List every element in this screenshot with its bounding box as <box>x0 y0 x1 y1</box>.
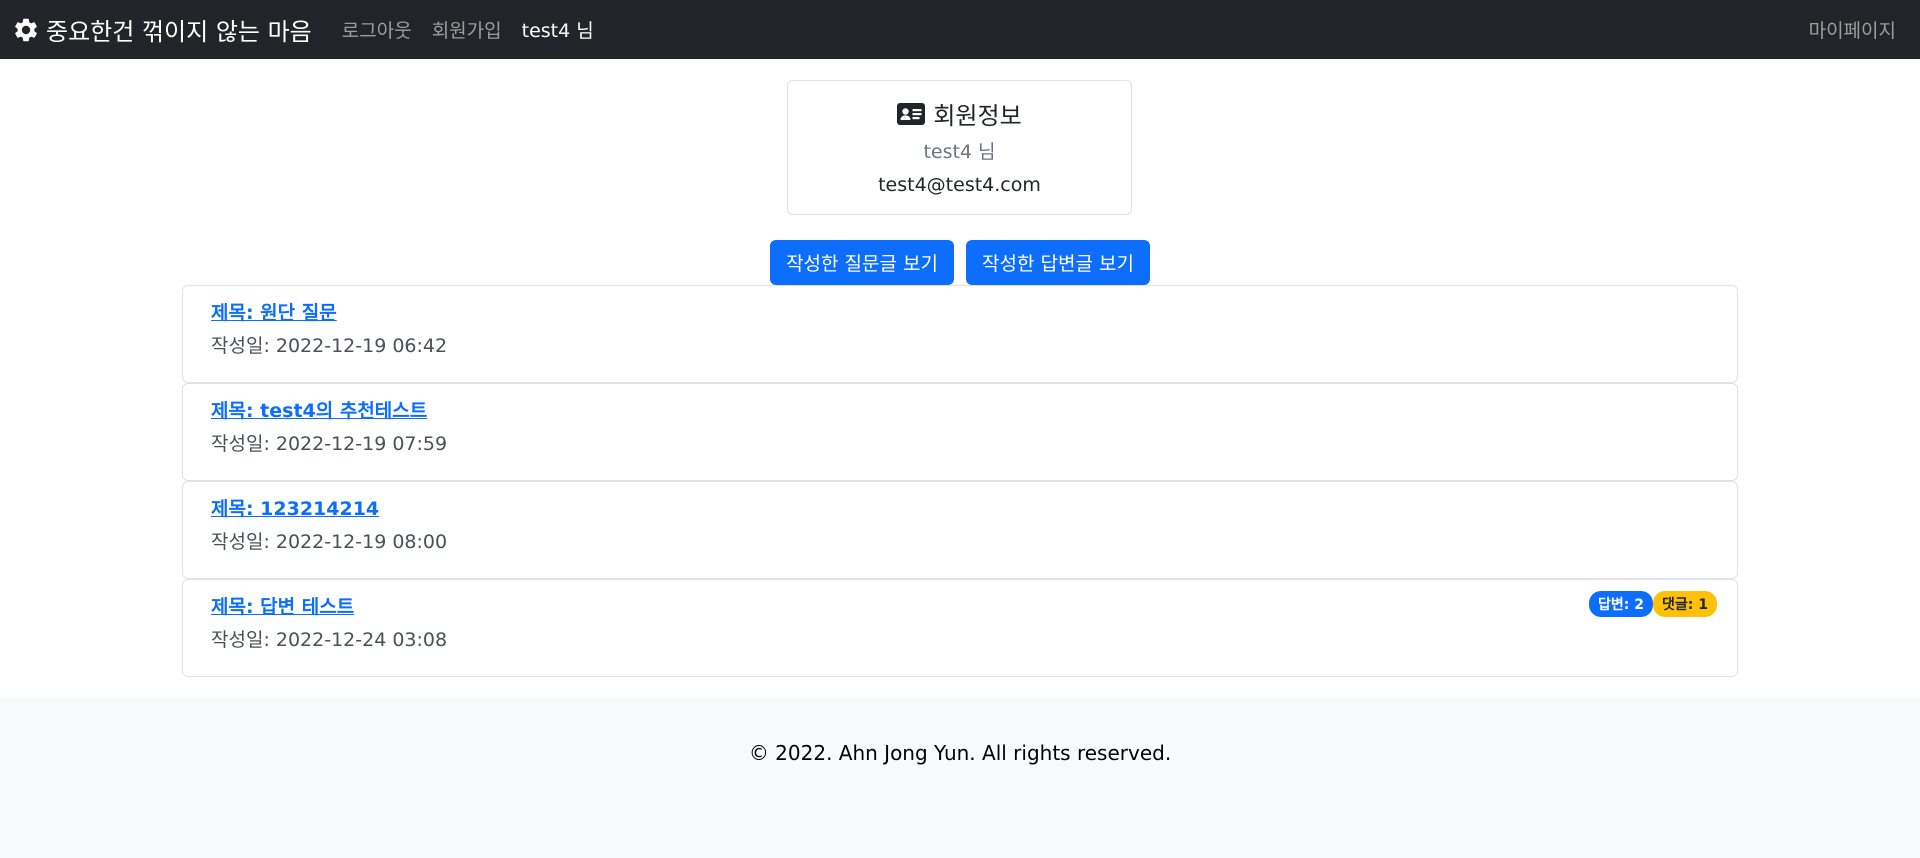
brand-title: 중요한건 꺾이지 않는 마음 <box>46 18 312 46</box>
brand-link[interactable]: 중요한건 꺾이지 않는 마음 <box>12 12 312 47</box>
view-questions-button[interactable]: 작성한 질문글 보기 <box>770 240 954 285</box>
post-list: 제목: 원단 질문 작성일: 2022-12-19 06:42 제목: test… <box>182 285 1738 677</box>
post-card: 제목: test4의 추천테스트 작성일: 2022-12-19 07:59 <box>182 383 1738 481</box>
signup-link[interactable]: 회원가입 <box>432 16 502 43</box>
post-title-link[interactable]: 제목: 원단 질문 <box>211 298 337 325</box>
post-date: 작성일: 2022-12-19 08:00 <box>211 531 448 553</box>
post-title-link[interactable]: 제목: test4의 추천테스트 <box>211 396 427 423</box>
nav-right: 마이페이지 <box>1809 0 1896 59</box>
navbar: 중요한건 꺾이지 않는 마음 로그아웃 회원가입 test4 님 마이페이지 <box>0 0 1920 59</box>
view-answers-button[interactable]: 작성한 답변글 보기 <box>966 240 1150 285</box>
mypage-link[interactable]: 마이페이지 <box>1809 16 1896 43</box>
post-title-link[interactable]: 제목: 123214214 <box>211 494 379 521</box>
post-card: 제목: 답변 테스트 작성일: 2022-12-24 03:08 답변: 2 댓… <box>182 579 1738 677</box>
footer: © 2022. Ahn Jong Yun. All rights reserve… <box>0 697 1920 858</box>
post-date: 작성일: 2022-12-19 07:59 <box>211 433 448 455</box>
profile-title-text: 회원정보 <box>933 102 1022 130</box>
post-card: 제목: 123214214 작성일: 2022-12-19 08:00 <box>182 481 1738 579</box>
profile-title: 회원정보 <box>788 96 1131 131</box>
view-buttons: 작성한 질문글 보기 작성한 답변글 보기 <box>0 240 1920 285</box>
profile-card: 회원정보 test4 님 test4@test4.com <box>787 80 1132 215</box>
id-card-icon <box>897 102 926 125</box>
post-date: 작성일: 2022-12-19 06:42 <box>211 335 448 357</box>
answer-count-badge: 답변: 2 <box>1589 591 1654 617</box>
logout-link[interactable]: 로그아웃 <box>342 16 412 43</box>
profile-email: test4@test4.com <box>878 174 1041 196</box>
comment-count-badge: 댓글: 1 <box>1653 591 1717 617</box>
gear-icon <box>15 18 37 41</box>
post-badges: 답변: 2 댓글: 1 <box>1589 591 1717 617</box>
post-title-link[interactable]: 제목: 답변 테스트 <box>211 592 354 619</box>
profile-username: test4 님 <box>923 141 996 163</box>
current-user-link[interactable]: test4 님 <box>522 16 594 43</box>
post-date: 작성일: 2022-12-24 03:08 <box>211 629 448 651</box>
post-card: 제목: 원단 질문 작성일: 2022-12-19 06:42 <box>182 285 1738 383</box>
footer-copyright: © 2022. Ahn Jong Yun. All rights reserve… <box>748 741 1172 765</box>
